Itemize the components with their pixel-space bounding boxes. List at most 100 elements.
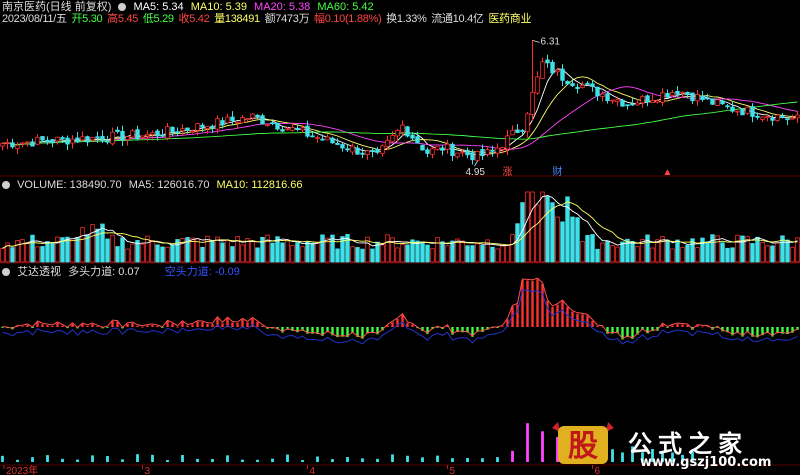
volume-bar	[120, 237, 125, 263]
candle-body	[700, 95, 705, 100]
volume-bar	[80, 227, 85, 263]
indicator-settings-dot-icon[interactable]	[2, 268, 10, 276]
bull-force-bar	[551, 306, 554, 327]
candle-body	[705, 97, 710, 100]
quote-low: 低5.29	[142, 13, 174, 25]
candle-body	[610, 99, 615, 102]
bull-force-bar	[566, 307, 569, 327]
volume-bar	[700, 237, 705, 263]
volume-bar	[240, 244, 245, 263]
bull-force-bar	[151, 325, 154, 327]
event-marker: 财	[553, 165, 563, 178]
volume-bar	[255, 247, 260, 263]
candle-body	[755, 115, 760, 118]
bull-force-bar	[526, 280, 529, 327]
stock-chart[interactable]: 6.314.95 涨财 ▲2023年 3 4 5 6	[0, 0, 800, 475]
candle-body	[45, 139, 50, 143]
ma10-line	[2, 76, 798, 154]
bottom-histogram-bar	[286, 454, 289, 462]
candle-body	[530, 91, 535, 115]
bull-force-bar	[581, 314, 584, 327]
volume-bar	[630, 241, 635, 263]
candle-body	[380, 145, 385, 154]
candle-body	[535, 76, 540, 94]
volume-bar	[465, 245, 470, 263]
candle-body	[760, 116, 765, 120]
candle-body	[430, 148, 435, 155]
candle-body	[100, 136, 105, 142]
candle-body	[135, 129, 140, 140]
volume-bar	[705, 241, 710, 263]
candle-body	[55, 136, 60, 142]
candle-body	[480, 149, 485, 157]
indicator-name: 艾达透视	[17, 266, 62, 278]
volume-bar	[35, 246, 40, 263]
bull-force-bar	[666, 327, 669, 328]
candle-body	[230, 116, 235, 122]
quote-header: 2023/08/11/五 开5.30 高5.45 低5.29 收5.42 量13…	[2, 13, 535, 26]
candle-body	[115, 129, 120, 132]
candle-body	[365, 150, 370, 155]
candle-body	[620, 99, 625, 107]
candle-body	[660, 92, 665, 103]
bull-force-bar	[86, 325, 89, 327]
volume-bar	[665, 239, 670, 263]
candle-body	[505, 135, 510, 150]
bull-force-bar	[96, 326, 99, 327]
volume-bar	[655, 239, 660, 263]
bottom-histogram-bar	[436, 455, 439, 462]
volume-bar	[400, 244, 405, 263]
candle-body	[405, 126, 410, 137]
volume-bar	[610, 245, 615, 263]
candle-body	[160, 134, 165, 137]
candle-body	[565, 80, 570, 85]
volume-bar	[55, 236, 60, 263]
candle-body	[570, 83, 575, 87]
bull-force-bar	[261, 325, 264, 327]
candle-body	[210, 125, 215, 129]
volume-bar	[310, 242, 315, 263]
bottom-histogram-bar	[61, 458, 64, 462]
candle-body	[170, 126, 175, 132]
bull-force-bar	[531, 280, 534, 327]
candle-body	[65, 137, 70, 145]
high-price-label: 6.31	[541, 36, 561, 47]
candle-body	[495, 147, 500, 154]
candle-body	[775, 114, 780, 121]
bull-force-bar	[71, 323, 74, 327]
bottom-histogram-bar	[406, 455, 409, 462]
bull-force-bar	[596, 326, 599, 327]
volume-bar	[270, 242, 275, 263]
bull-force-bar	[676, 324, 679, 327]
volume-bar	[335, 248, 340, 263]
volume-bar	[600, 242, 605, 263]
volume-bar	[435, 237, 440, 263]
bull-force-bar	[586, 315, 589, 327]
volume-bar	[285, 239, 290, 263]
candle-body	[545, 59, 550, 64]
candle-body	[20, 142, 25, 145]
settings-dot-icon[interactable]	[118, 3, 127, 11]
volume-bar	[740, 235, 745, 263]
candle-body	[675, 90, 680, 95]
ma5-line	[2, 68, 798, 156]
volume-bar	[45, 241, 50, 263]
volume-bar	[160, 246, 165, 263]
candle-body	[590, 83, 595, 87]
volume-bar	[675, 239, 680, 263]
candle-body	[15, 144, 20, 149]
volume-header: VOLUME: 138490.70 MA5: 126016.70 MA10: 1…	[2, 179, 307, 192]
quote-float: 流通10.4亿	[431, 13, 484, 25]
bull-force-bar	[186, 325, 189, 327]
candle-body	[340, 144, 345, 149]
volume-bar	[295, 242, 300, 263]
volume-bar	[505, 244, 510, 263]
candle-body	[70, 138, 75, 144]
bull-force-bar	[221, 323, 224, 327]
bull-force-bar	[176, 326, 179, 328]
candle-body	[75, 137, 80, 143]
volume-bar	[450, 240, 455, 263]
volume-settings-dot-icon[interactable]	[2, 181, 10, 189]
bear-force-value: 空头力道: -0.09	[164, 266, 240, 278]
bull-force-bar	[211, 324, 214, 327]
